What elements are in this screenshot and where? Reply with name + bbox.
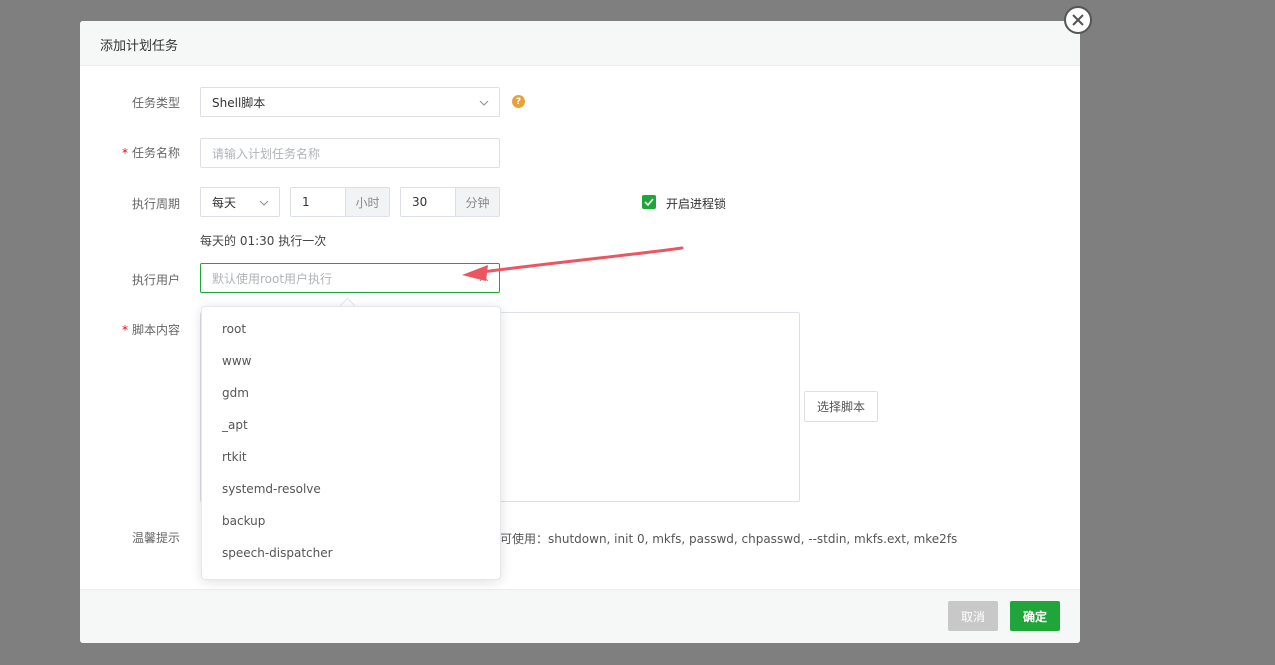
user-option-www[interactable]: www [202,345,500,377]
task-name-label: * 任务名称 [122,146,181,160]
tips-text: 可使用：shutdown, init 0, mkfs, passwd, chpa… [500,532,958,546]
process-lock-label[interactable]: 开启进程锁 [666,195,726,212]
hour-value: 1 [302,195,310,209]
run-user-options: root www gdm _apt rtkit systemd-resolve backup… [202,307,500,569]
run-user-select[interactable]: 默认使用root用户执行 [200,263,500,293]
period-label: 执行周期 [132,197,181,211]
user-option-gdm[interactable]: gdm [202,377,500,409]
tips-label: 温馨提示 [132,531,181,545]
run-user-label: 执行用户 [132,273,181,287]
required-mark: * [122,323,128,337]
cancel-button[interactable]: 取消 [948,601,998,631]
hour-unit: 小时 [346,187,390,217]
close-button[interactable] [1064,6,1092,34]
script-label: * 脚本内容 [122,323,181,337]
required-mark: * [122,146,128,160]
help-icon[interactable]: ? [512,95,525,108]
dialog-title: 添加计划任务 [100,39,179,54]
hour-input[interactable]: 1 [290,187,346,217]
minute-value: 30 [412,195,428,209]
run-user-dropdown: root www gdm _apt rtkit systemd-resolve backup… [201,306,501,580]
select-script-button[interactable]: 选择脚本 [804,391,878,422]
user-option-apt[interactable]: _apt [202,409,500,441]
dialog-footer: 取消 确定 [80,589,1080,643]
process-lock-checkbox[interactable] [642,195,656,209]
task-type-label: 任务类型 [132,96,181,110]
period-frequency-select[interactable]: 每天 [200,187,280,217]
user-option-backup[interactable]: backup [202,505,500,537]
user-option-rtkit[interactable]: rtkit [202,441,500,473]
period-summary: 每天的 01:30 执行一次 [200,234,327,248]
chevron-down-icon [259,200,269,206]
confirm-button[interactable]: 确定 [1010,601,1060,631]
chevron-down-icon [479,100,489,106]
task-type-select[interactable]: Shell脚本 [200,87,500,117]
user-option-speech-dispatcher[interactable]: speech-dispatcher [202,537,500,569]
chevron-up-icon [479,276,489,282]
minute-input[interactable]: 30 [400,187,456,217]
user-option-root[interactable]: root [202,313,500,345]
run-user-placeholder: 默认使用root用户执行 [212,271,333,286]
minute-unit: 分钟 [456,187,500,217]
check-icon [644,198,654,206]
user-option-systemd-resolve[interactable]: systemd-resolve [202,473,500,505]
task-type-value: Shell脚本 [212,95,266,110]
close-icon [1072,14,1084,26]
task-name-input[interactable]: 请输入计划任务名称 [200,138,500,168]
period-frequency-value: 每天 [212,195,237,210]
dialog-header: 添加计划任务 [80,21,1080,66]
task-name-placeholder: 请输入计划任务名称 [212,146,321,161]
